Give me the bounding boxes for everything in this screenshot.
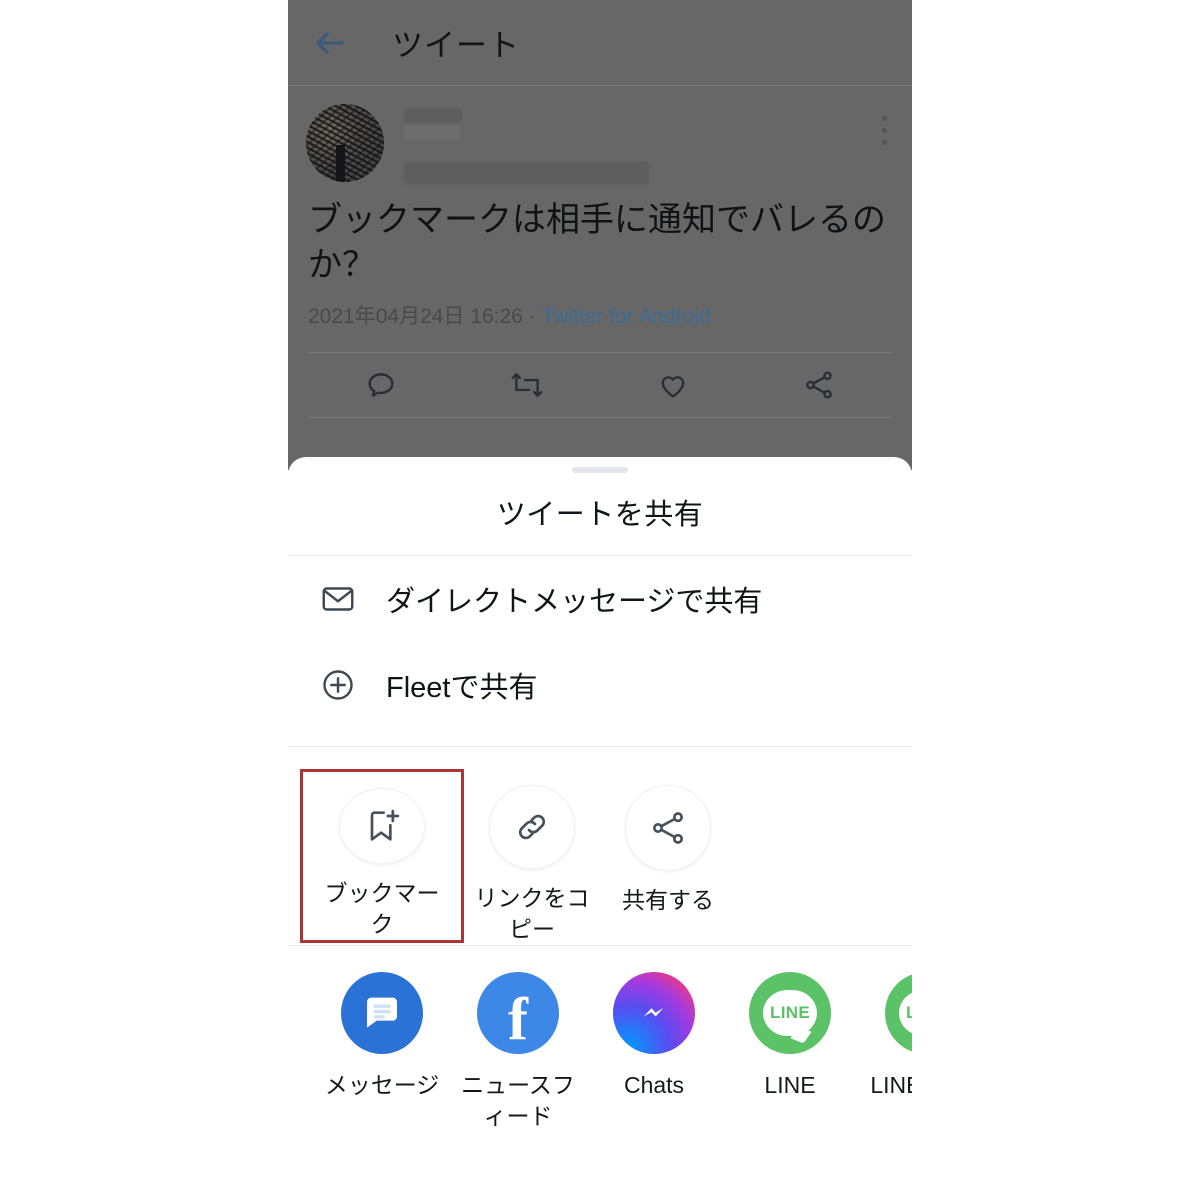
envelope-icon — [320, 581, 356, 617]
screenshot-root: ツイート ブックマークは相手に通知でバレるのか？ 2021年04月24日 16:… — [0, 0, 1200, 1200]
redacted-display-name — [404, 108, 462, 123]
app-target-messages[interactable]: メッセージ — [314, 972, 450, 1132]
app-target-messenger[interactable]: Chats — [586, 972, 722, 1132]
share-menu-item-fleet[interactable]: Fleetで共有 — [288, 642, 912, 728]
action-label: リンクをコピー — [474, 884, 590, 942]
app-targets-row: メッセージ f ニュースフィード Chats LINE LINE L LIN — [288, 946, 912, 1132]
messenger-icon — [613, 972, 695, 1054]
tweet-action-bar — [308, 352, 892, 419]
action-label: ブックマーク — [324, 879, 440, 937]
redacted-display-name-2 — [404, 125, 460, 140]
tweet-detail-backdrop: ツイート ブックマークは相手に通知でバレるのか？ 2021年04月24日 16:… — [288, 0, 912, 470]
app-target-facebook[interactable]: f ニュースフィード — [450, 972, 586, 1132]
app-target-line-keep[interactable]: LINE LINE Keep — [858, 972, 912, 1132]
line-bubble-glyph: LINE — [763, 990, 817, 1036]
redacted-handle — [404, 162, 649, 184]
avatar[interactable] — [306, 104, 384, 182]
quick-actions-row: ブックマーク リンクをコピー 共有する — [288, 747, 912, 945]
app-target-label: LINE — [764, 1072, 816, 1098]
reply-icon[interactable] — [364, 368, 398, 402]
kebab-menu-icon[interactable] — [882, 116, 888, 152]
share-nodes-icon — [625, 785, 711, 871]
tweet-author-row — [288, 86, 912, 184]
share-bottom-sheet: ツイートを共有 ダイレクトメッセージで共有 Fleetで共有 ブックマーク リン… — [288, 457, 912, 1200]
action-bookmark[interactable]: ブックマーク — [300, 769, 464, 943]
line-bubble-glyph: LINE — [899, 990, 912, 1036]
tweet-text: ブックマークは相手に通知でバレるのか？ — [308, 201, 886, 285]
author-name-block — [404, 104, 649, 184]
action-copy-link[interactable]: リンクをコピー — [464, 769, 600, 945]
phone-screen: ツイート ブックマークは相手に通知でバレるのか？ 2021年04月24日 16:… — [288, 0, 912, 1200]
app-target-label: Chats — [623, 1072, 685, 1098]
facebook-f-glyph: f — [508, 986, 528, 1052]
share-menu-item-direct-message[interactable]: ダイレクトメッセージで共有 — [288, 556, 912, 642]
app-target-label: ニュースフィード — [461, 1072, 575, 1130]
share-menu-item-label: ダイレクトメッセージで共有 — [386, 586, 763, 618]
share-menu-item-label: Fleetで共有 — [386, 672, 538, 704]
bookmark-add-icon — [339, 788, 425, 864]
page-title: ツイート — [392, 28, 520, 63]
link-icon — [489, 785, 575, 869]
back-arrow-icon[interactable] — [312, 25, 348, 61]
plus-circle-icon — [320, 667, 356, 703]
share-sheet-title: ツイートを共有 — [496, 499, 704, 531]
tweet-meta: 2021年04月24日 16:26 · Twitter for Android — [288, 288, 912, 330]
tweet-timestamp: 2021年04月24日 16:26 · — [308, 305, 542, 329]
like-icon[interactable] — [656, 368, 690, 402]
app-target-label: LINE Keep — [870, 1072, 912, 1098]
line-icon: LINE — [749, 972, 831, 1054]
action-label: 共有する — [622, 887, 714, 913]
share-icon[interactable] — [802, 368, 836, 402]
app-target-line[interactable]: LINE LINE — [722, 972, 858, 1132]
facebook-icon: f — [477, 972, 559, 1054]
action-share-via[interactable]: 共有する — [600, 769, 736, 945]
google-messages-icon — [341, 972, 423, 1054]
line-keep-icon: LINE — [885, 972, 912, 1054]
tweet-source[interactable]: Twitter for Android — [541, 305, 710, 328]
app-target-label: メッセージ — [324, 1072, 440, 1098]
retweet-icon[interactable] — [510, 368, 544, 402]
app-header: ツイート — [288, 0, 912, 86]
